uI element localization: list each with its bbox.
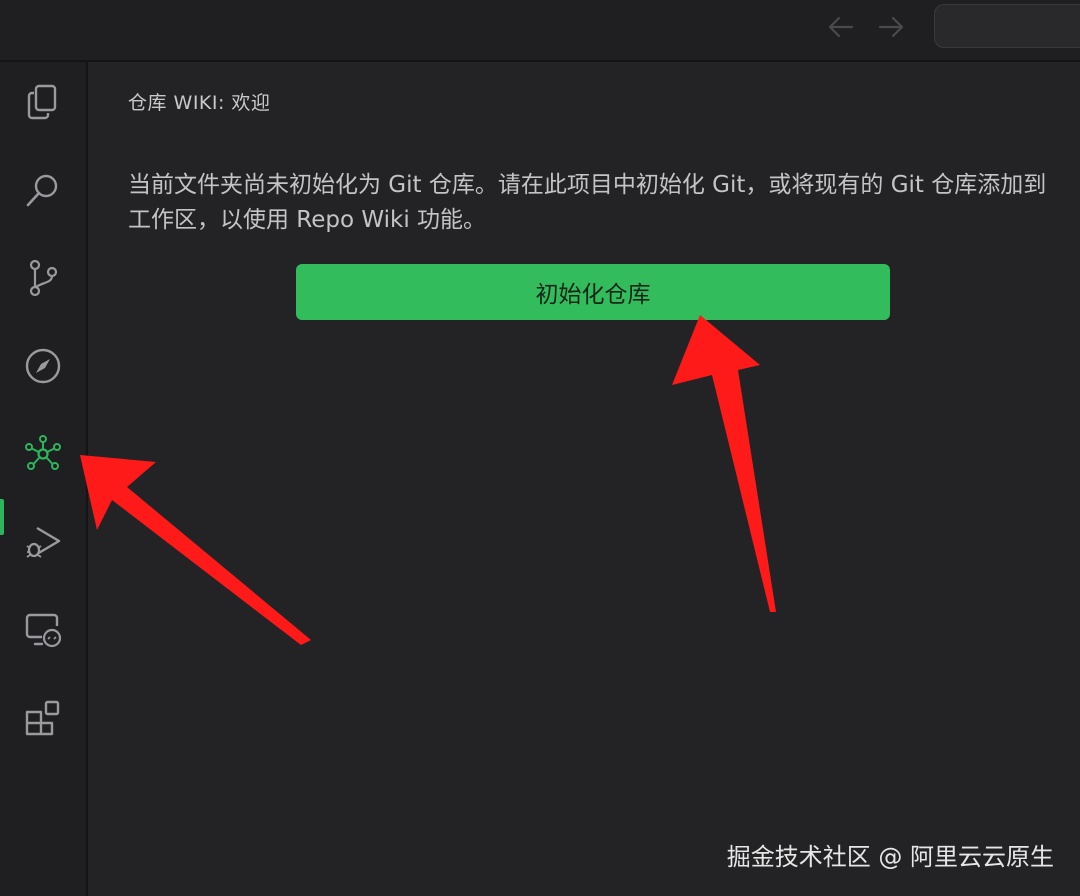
remote-explorer-icon: [23, 610, 63, 650]
arrow-left-icon[interactable]: [824, 10, 858, 44]
activity-item-remote[interactable]: [0, 590, 86, 670]
run-debug-icon: [23, 522, 63, 562]
title-bar: [0, 0, 1080, 62]
compass-icon: [23, 346, 63, 386]
activity-item-compass[interactable]: [0, 326, 86, 406]
source-control-icon: [23, 258, 63, 298]
not-initialized-message: 当前文件夹尚未初始化为 Git 仓库。请在此项目中初始化 Git，或将现有的 G…: [128, 172, 1047, 233]
repo-wiki-panel: 仓库 WIKI: 欢迎 当前文件夹尚未初始化为 Git 仓库。请在此项目中初始化…: [88, 62, 1080, 896]
activity-item-repo-wiki[interactable]: [0, 414, 86, 494]
init-repo-button[interactable]: 初始化仓库: [296, 264, 890, 320]
activity-item-search[interactable]: [0, 150, 86, 230]
repo-wiki-icon: [23, 434, 63, 474]
command-search-input[interactable]: [934, 4, 1080, 48]
activity-item-source-control[interactable]: [0, 238, 86, 318]
arrow-right-icon[interactable]: [874, 10, 908, 44]
explorer-icon: [23, 82, 63, 122]
panel-title: 仓库 WIKI: 欢迎: [128, 92, 271, 114]
activity-item-explorer[interactable]: [0, 62, 86, 142]
app-window: 仓库 WIKI: 欢迎 当前文件夹尚未初始化为 Git 仓库。请在此项目中初始化…: [0, 0, 1080, 896]
activity-item-extensions[interactable]: [0, 678, 86, 758]
extensions-icon: [23, 698, 63, 738]
activity-bar: [0, 62, 88, 896]
watermark: 掘金技术社区 @ 阿里云云原生: [726, 843, 1054, 871]
activity-item-run-debug[interactable]: [0, 502, 86, 582]
search-icon: [23, 170, 63, 210]
